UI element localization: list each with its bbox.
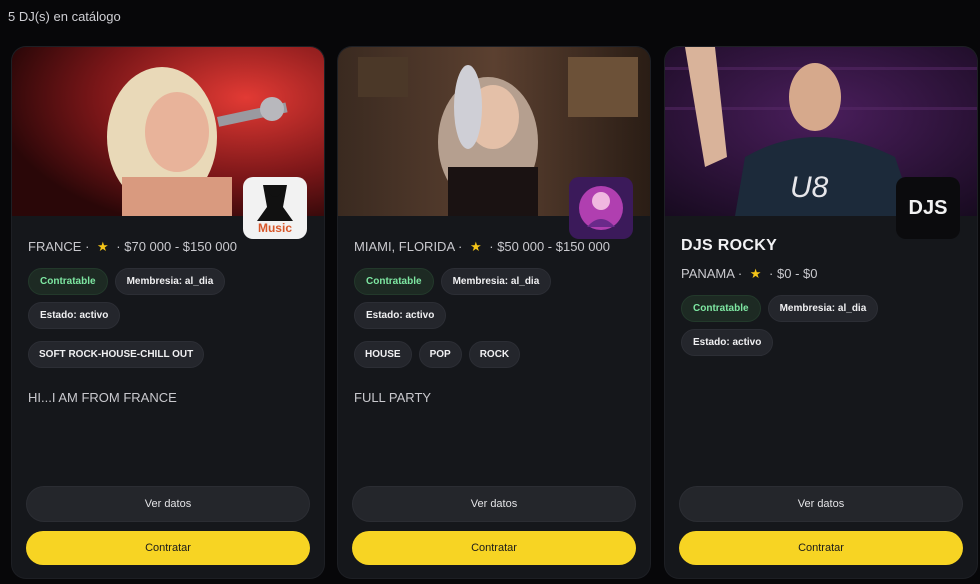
membership-badge: Membresia: al_dia (114, 268, 226, 295)
state-badge: Estado: activo (28, 302, 121, 329)
dj-card: Music FRANCE · ★ · $70 000 - $150 000 Co… (12, 47, 324, 578)
dj-logo-text: Music (257, 221, 292, 235)
state-badge: Estado: activo (681, 329, 774, 356)
dj-badges: Contratable Membresia: al_dia Estado: ac… (28, 268, 310, 329)
dj-logo: Music (243, 177, 307, 239)
hire-button[interactable]: Contratar (26, 531, 310, 565)
dj-bio: HI...I AM FROM FRANCE (28, 390, 177, 405)
dj-logo: DJS (896, 177, 960, 239)
dj-badges: Contratable Membresia: al_dia Estado: ac… (681, 295, 963, 356)
dj-price: $0 - $0 (777, 266, 818, 281)
view-details-button[interactable]: Ver datos (352, 486, 636, 522)
hire-button[interactable]: Contratar (352, 531, 636, 565)
dj-location: FRANCE (28, 239, 82, 254)
genre-tag: HOUSE (354, 341, 412, 368)
dj-price: $50 000 - $150 000 (497, 239, 610, 254)
genre-tag: ROCK (468, 341, 521, 368)
svg-text:U8: U8 (790, 171, 829, 204)
dj-card: MIAMI, FLORIDA · ★ · $50 000 - $150 000 … (338, 47, 650, 578)
genre-tag: POP (418, 341, 462, 368)
status-badge: Contratable (681, 295, 761, 322)
state-badge: Estado: activo (354, 302, 447, 329)
dj-logo-text: DJS (908, 197, 948, 219)
genre-tag: SOFT ROCK-HOUSE-CHILL OUT (28, 341, 205, 368)
catalog-count: 5 DJ(s) en catálogo (8, 9, 121, 24)
view-details-button[interactable]: Ver datos (679, 486, 963, 522)
star-icon: ★ (469, 239, 482, 254)
dj-location: PANAMA (681, 266, 735, 281)
dj-info: PANAMA · ★ · $0 - $0 (681, 266, 818, 281)
genre-tags: SOFT ROCK-HOUSE-CHILL OUT (28, 341, 310, 368)
membership-badge: Membresia: al_dia (440, 268, 552, 295)
star-icon: ★ (749, 266, 762, 281)
hire-button[interactable]: Contratar (679, 531, 963, 565)
dj-card: U8 DJS DJS ROCKY PANAMA · ★ · $0 - $0 Co… (665, 47, 977, 578)
dj-info: FRANCE · ★ · $70 000 - $150 000 (28, 239, 238, 254)
star-icon: ★ (97, 239, 109, 254)
dj-location: MIAMI, FLORIDA (354, 239, 455, 254)
dj-info: MIAMI, FLORIDA · ★ · $50 000 - $150 000 (354, 239, 610, 254)
membership-badge: Membresia: al_dia (767, 295, 879, 322)
dj-badges: Contratable Membresia: al_dia Estado: ac… (354, 268, 636, 329)
status-badge: Contratable (354, 268, 434, 295)
dj-price: $70 000 - $150 000 (124, 239, 238, 254)
dj-name: DJS ROCKY (681, 237, 778, 254)
status-badge: Contratable (28, 268, 108, 295)
dj-bio: FULL PARTY (354, 390, 432, 405)
view-details-button[interactable]: Ver datos (26, 486, 310, 522)
genre-tags: HOUSE POP ROCK (354, 341, 636, 368)
dj-logo (569, 177, 633, 239)
